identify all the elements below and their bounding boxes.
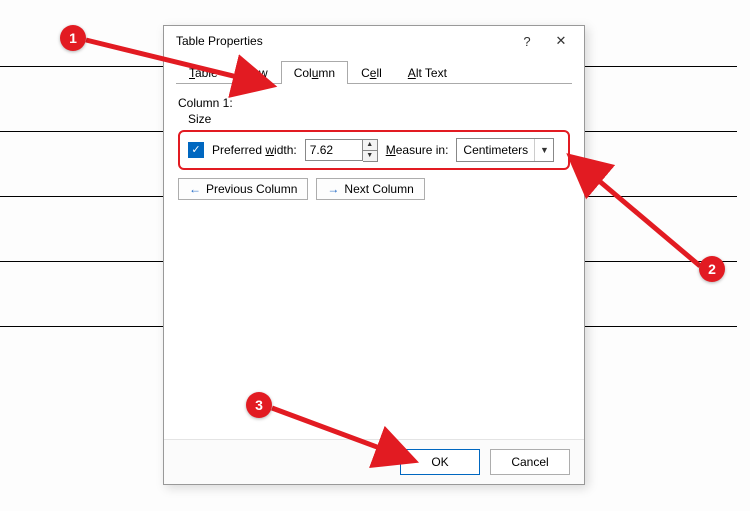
width-input[interactable] [305,139,363,161]
dialog-footer: OK Cancel [164,439,584,484]
column-heading: Column 1: [178,96,570,110]
ok-button[interactable]: OK [400,449,480,475]
width-stepper[interactable]: ▲ ▼ [305,139,378,162]
tab-panel-column: Column 1: Size ✓ Preferred width: ▲ ▼ Me… [164,84,584,208]
tab-strip: Table Row Column Cell Alt Text [164,56,584,84]
arrow-right-icon: → [327,182,339,196]
close-button[interactable]: ✕ [544,27,578,55]
size-group: ✓ Preferred width: ▲ ▼ Measure in: Centi… [178,130,570,170]
width-spin-up[interactable]: ▲ [363,140,377,150]
measure-in-label: Measure in: [386,143,449,157]
annotation-marker-2: 2 [699,256,725,282]
dialog-title: Table Properties [176,34,510,48]
measure-in-select[interactable]: Centimeters ▼ [456,138,554,162]
cancel-button[interactable]: Cancel [490,449,570,475]
preferred-width-checkbox[interactable]: ✓ [188,142,204,158]
table-properties-dialog: Table Properties ? ✕ Table Row Column Ce… [163,25,585,485]
preferred-width-label: Preferred width: [212,143,297,157]
help-button[interactable]: ? [510,27,544,55]
tab-alt-text[interactable]: Alt Text [395,61,460,84]
annotation-marker-1: 1 [60,25,86,51]
arrow-left-icon: ← [189,182,201,196]
previous-column-button[interactable]: ← Previous Column [178,178,308,200]
titlebar: Table Properties ? ✕ [164,26,584,56]
width-spin-down[interactable]: ▼ [363,150,377,161]
annotation-marker-3: 3 [246,392,272,418]
tab-cell[interactable]: Cell [348,61,395,84]
tab-row[interactable]: Row [231,61,281,84]
tab-column[interactable]: Column [281,61,348,84]
size-label: Size [188,112,570,126]
chevron-down-icon: ▼ [534,139,553,161]
tab-table[interactable]: Table [176,61,231,84]
measure-in-value: Centimeters [457,143,534,157]
next-column-button[interactable]: → Next Column [316,178,424,200]
